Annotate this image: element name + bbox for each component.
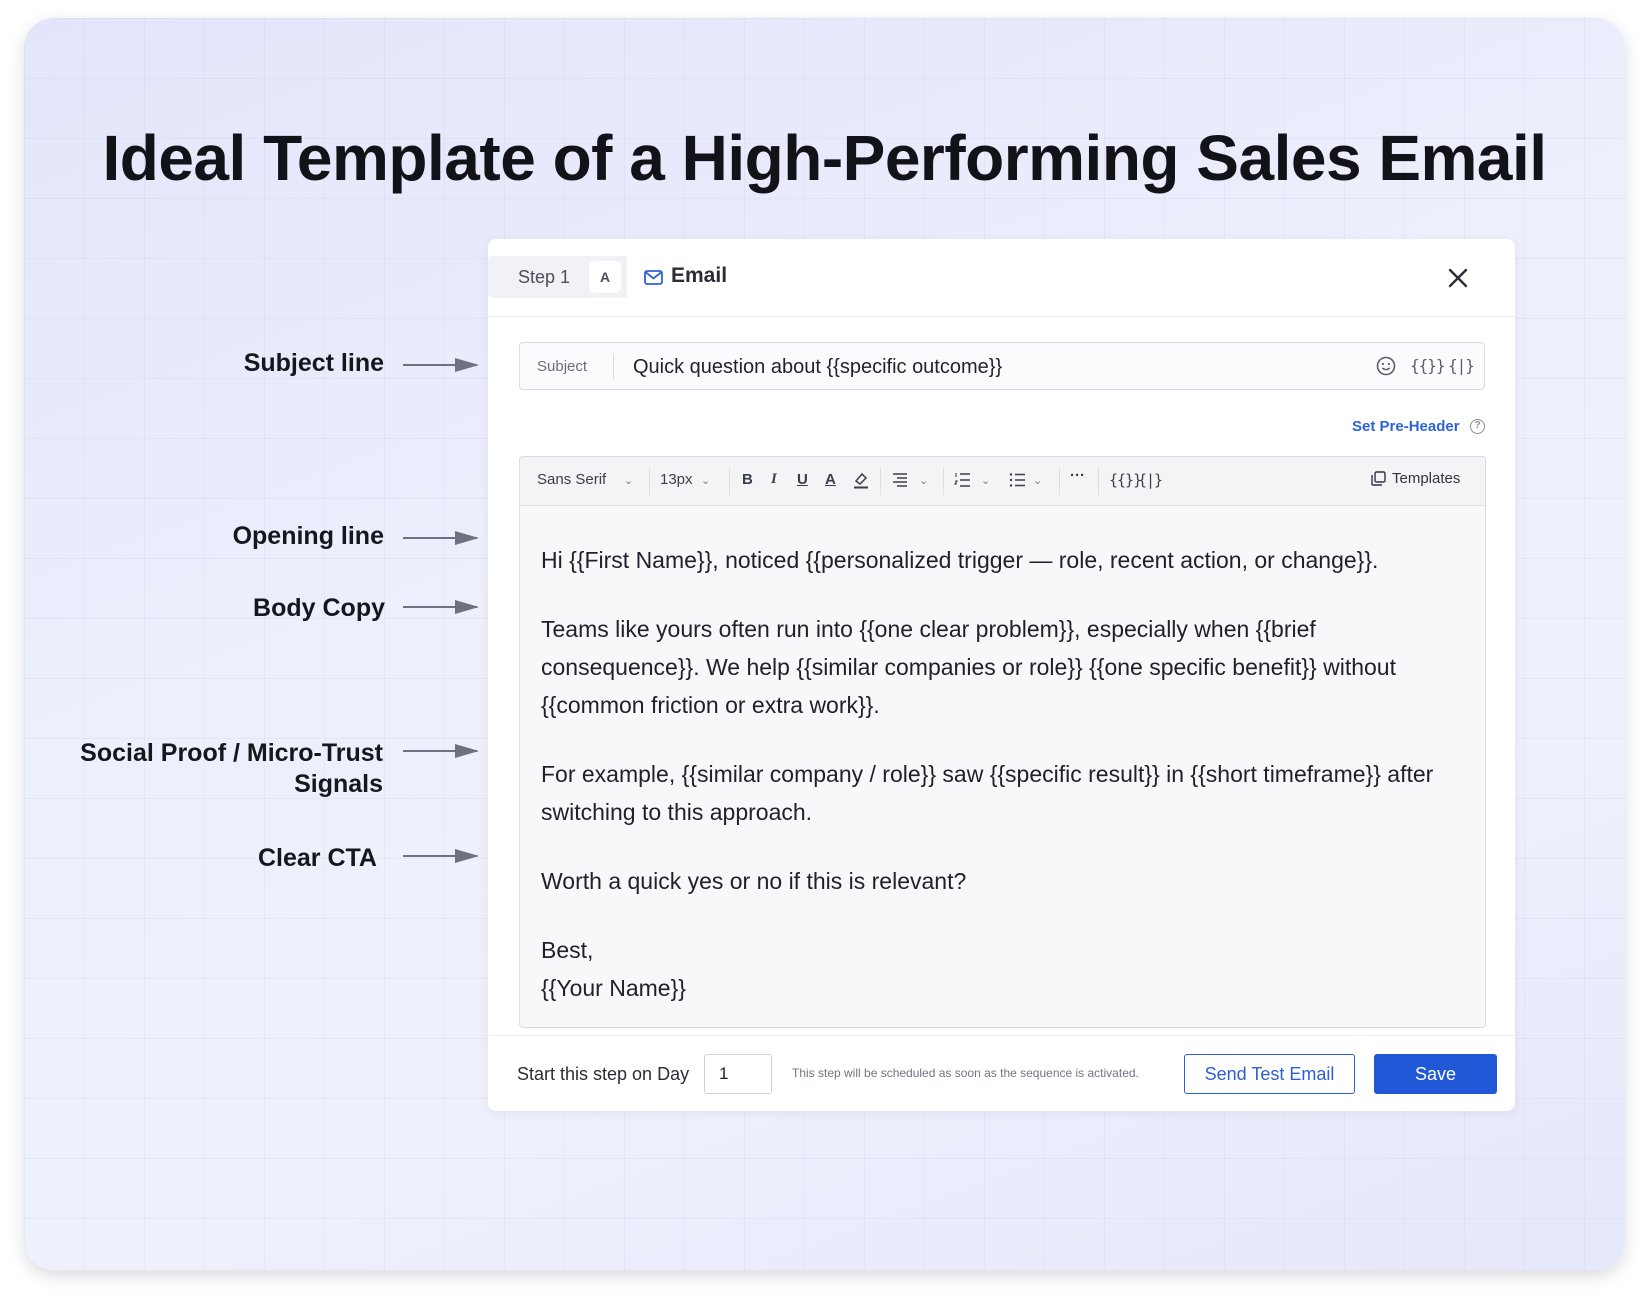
subject-divider [613, 354, 614, 380]
align-icon[interactable] [892, 472, 908, 488]
bold-button[interactable]: B [742, 471, 753, 488]
send-test-email-button[interactable]: Send Test Email [1184, 1054, 1355, 1094]
text-color-button[interactable]: A [825, 471, 836, 488]
arrow-body-copy [403, 600, 479, 614]
arrow-opening-line [403, 531, 479, 545]
signature: {{Your Name}} [541, 975, 686, 1001]
arrow-clear-cta [403, 849, 479, 863]
clear-cta: Worth a quick yes or no if this is relev… [541, 868, 967, 894]
email-body-content[interactable]: Hi {{First Name}}, noticed {{personalize… [541, 541, 1461, 1007]
sign-off: Best, [541, 937, 594, 963]
variable-icon[interactable]: {{}} [1410, 356, 1446, 375]
formatting-toolbar: Sans Serif ⌄ 13px ⌄ B I U A ⌄ ⌄ ⌄ ··· {{… [520, 457, 1485, 506]
editor-header: Step 1 A Email [488, 239, 1515, 317]
font-family-value: Sans Serif [537, 471, 607, 488]
annotation-social-proof: Social Proof / Micro-Trust Signals [80, 738, 383, 800]
chevron-down-icon[interactable]: ⌄ [624, 474, 633, 487]
close-icon[interactable] [1448, 268, 1468, 288]
numbered-list-icon[interactable] [954, 472, 971, 488]
toolbar-divider [880, 468, 881, 495]
bullet-list-icon[interactable] [1009, 472, 1026, 488]
smile-icon[interactable] [1376, 356, 1396, 376]
arrow-subject-line [403, 358, 479, 372]
help-icon[interactable]: ? [1470, 419, 1485, 434]
mail-icon [644, 270, 663, 285]
editor-footer: Start this step on Day This step will be… [488, 1035, 1515, 1111]
step-tab[interactable]: Step 1 A [488, 256, 627, 298]
annotation-subject-line: Subject line [243, 349, 384, 377]
more-options-icon[interactable]: ··· [1070, 467, 1085, 484]
subject-label: Subject [537, 358, 588, 375]
annotation-social-proof-line1: Social Proof / Micro-Trust [80, 739, 383, 767]
save-button[interactable]: Save [1374, 1054, 1497, 1094]
toolbar-divider [943, 468, 944, 495]
variable-icon[interactable]: {{}} [1109, 471, 1142, 489]
social-proof: For example, {{similar company / role}} … [541, 761, 1434, 825]
toolbar-divider [1059, 468, 1060, 495]
toolbar-divider [729, 468, 730, 495]
underline-button[interactable]: U [797, 471, 808, 488]
subject-input[interactable] [633, 354, 1353, 380]
annotation-clear-cta: Clear CTA [257, 844, 377, 872]
infographic-card: Ideal Template of a High-Performing Sale… [24, 18, 1625, 1270]
annotation-body-copy: Body Copy [253, 594, 385, 622]
toolbar-divider [1098, 468, 1099, 495]
font-size-select[interactable]: 13px [660, 471, 693, 488]
highlight-icon[interactable] [853, 471, 869, 489]
templates-label: Templates [1392, 470, 1461, 487]
email-step-editor: Step 1 A Email Subject {{}} {|} [488, 239, 1515, 1111]
schedule-note: This step will be scheduled as soon as t… [792, 1066, 1139, 1080]
chevron-down-icon[interactable]: ⌄ [981, 474, 990, 487]
variant-badge[interactable]: A [589, 261, 621, 293]
templates-icon [1371, 471, 1386, 486]
email-body-editor: Sans Serif ⌄ 13px ⌄ B I U A ⌄ ⌄ ⌄ ··· {{… [519, 456, 1486, 1028]
opening-line: Hi {{First Name}}, noticed {{personalize… [541, 547, 1379, 573]
channel-label: Email [671, 264, 728, 287]
annotation-opening-line: Opening line [232, 522, 384, 550]
subject-field: Subject {{}} {|} [519, 342, 1485, 390]
font-family-select[interactable]: Sans Serif [537, 471, 606, 488]
start-day-label: Start this step on Day [517, 1064, 690, 1084]
page-title: Ideal Template of a High-Performing Sale… [102, 122, 1547, 194]
templates-button[interactable]: Templates [1371, 470, 1460, 487]
chevron-down-icon[interactable]: ⌄ [701, 474, 710, 487]
body-copy: Teams like yours often run into {{one cl… [541, 616, 1396, 718]
arrow-social-proof [403, 744, 479, 758]
snippet-icon[interactable]: {|} [1448, 356, 1475, 375]
annotation-social-proof-line2: Signals [294, 770, 383, 798]
step-label: Step 1 [518, 267, 571, 287]
font-size-value: 13px [660, 471, 693, 488]
italic-button[interactable]: I [771, 471, 777, 488]
chevron-down-icon[interactable]: ⌄ [1033, 474, 1042, 487]
snippet-icon[interactable]: {|} [1138, 471, 1163, 489]
toolbar-divider [649, 468, 650, 495]
set-preheader-link[interactable]: Set Pre-Header [1352, 418, 1460, 435]
start-day-input[interactable] [704, 1054, 772, 1094]
chevron-down-icon[interactable]: ⌄ [919, 474, 928, 487]
